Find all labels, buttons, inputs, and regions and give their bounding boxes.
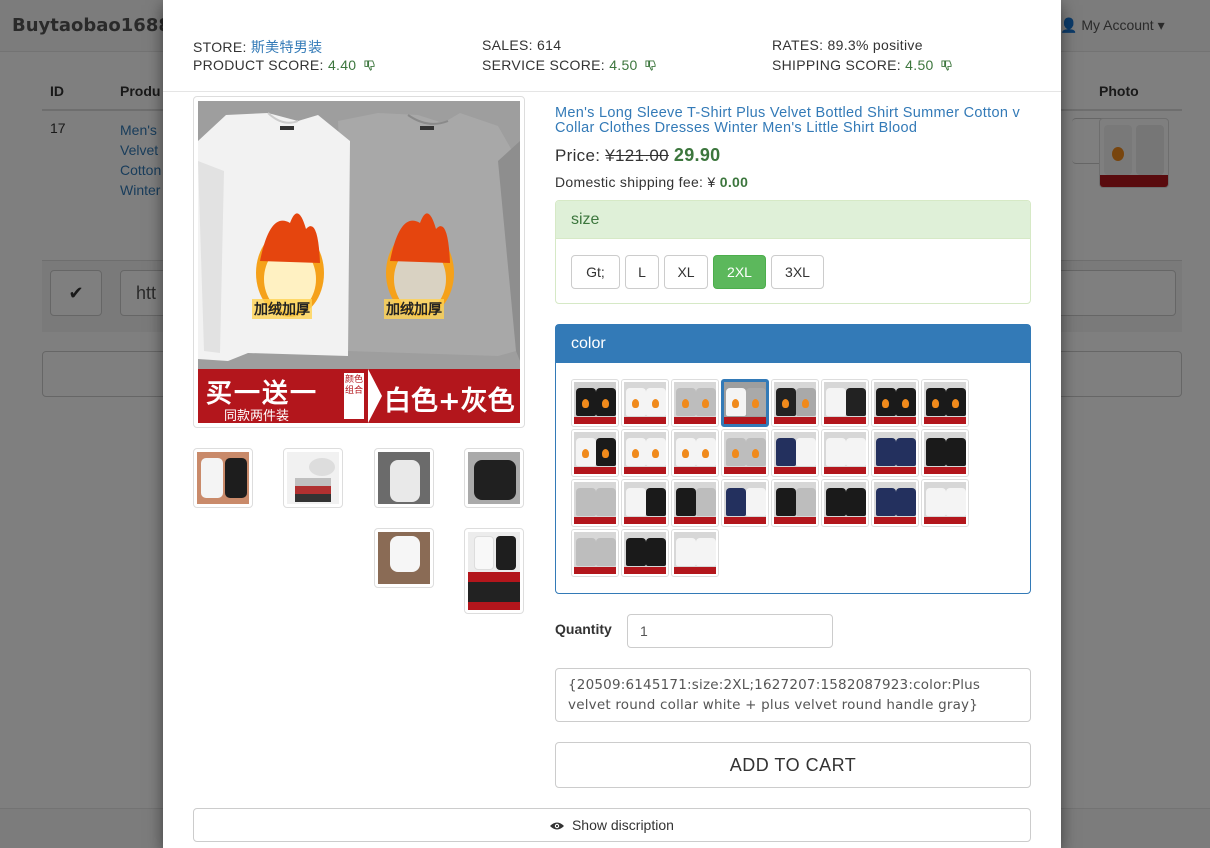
color-swatch[interactable] [621, 379, 669, 427]
old-price: ¥121.00 [605, 146, 669, 165]
banner-color-combo: 颜色组合 [344, 373, 364, 419]
store-label: STORE: [193, 39, 247, 55]
service-score: SERVICE SCORE: 4.50 [482, 57, 656, 73]
shipping-fee-value: 0.00 [719, 174, 749, 190]
color-swatch[interactable] [671, 479, 719, 527]
price: Price: ¥121.00 29.90 [555, 145, 720, 166]
flame-label-left: 加绒加厚 [252, 299, 312, 319]
size-option-2xl[interactable]: 2XL [713, 255, 766, 289]
quantity-label: Quantity [555, 621, 612, 637]
color-swatch[interactable] [571, 379, 619, 427]
color-panel: color [555, 324, 1031, 594]
sales-value: 614 [537, 37, 562, 53]
color-swatch[interactable] [671, 429, 719, 477]
sku-spec-textarea[interactable]: {20509:6145171:size:2XL;1627207:15820879… [555, 668, 1031, 722]
color-swatch[interactable] [871, 429, 919, 477]
product-score: PRODUCT SCORE: 4.40 [193, 57, 375, 73]
product-photo: 加绒加厚 加绒加厚 买一送一 同款两件装 颜色组合 白色+灰色 [198, 101, 520, 423]
show-description-label: Show discription [571, 817, 674, 833]
color-swatch[interactable] [821, 429, 869, 477]
color-swatch[interactable] [871, 379, 919, 427]
rates-info: RATES: 89.3% positive [772, 37, 923, 53]
product-modal: STORE: 斯美特男装 PRODUCT SCORE: 4.40 SALES: … [163, 0, 1061, 848]
color-panel-heading: color [556, 325, 1030, 363]
thumbnail-2[interactable] [283, 448, 343, 508]
color-swatch[interactable] [771, 479, 819, 527]
eye-icon [550, 822, 565, 830]
shipping-score: SHIPPING SCORE: 4.50 [772, 57, 952, 73]
color-swatch[interactable] [771, 429, 819, 477]
banner-arrow [368, 369, 382, 423]
sales-label: SALES: [482, 37, 533, 53]
color-swatch[interactable] [621, 429, 669, 477]
size-option-l[interactable]: L [625, 255, 659, 289]
sales-info: SALES: 614 [482, 37, 561, 53]
size-option-gt[interactable]: Gt; [571, 255, 620, 289]
color-swatch[interactable] [821, 379, 869, 427]
rates-value: 89.3% positive [827, 37, 923, 53]
size-panel-heading: size [556, 201, 1030, 239]
shipping-fee-label: Domestic shipping fee: [555, 174, 704, 190]
color-swatch[interactable] [621, 529, 669, 577]
color-swatch[interactable] [571, 429, 619, 477]
size-panel: size Gt; L XL 2XL 3XL [555, 200, 1031, 304]
color-swatch[interactable] [571, 479, 619, 527]
color-swatch[interactable] [721, 429, 769, 477]
color-swatch[interactable] [571, 529, 619, 577]
thumbnail-5[interactable] [374, 528, 434, 588]
thumbnail-4[interactable] [464, 448, 524, 508]
show-description-button[interactable]: Show discription [193, 808, 1031, 842]
add-to-cart-button[interactable]: ADD TO CART [555, 742, 1031, 788]
thumbs-down-icon [645, 60, 656, 71]
size-option-3xl[interactable]: 3XL [771, 255, 824, 289]
service-score-value: 4.50 [609, 57, 638, 73]
color-swatch[interactable] [921, 479, 969, 527]
thumbs-down-icon [941, 60, 952, 71]
price-label: Price: [555, 146, 601, 165]
size-option-xl[interactable]: XL [664, 255, 708, 289]
thumbnail-3[interactable] [374, 448, 434, 508]
rates-label: RATES: [772, 37, 824, 53]
shipping-currency: ¥ [707, 174, 716, 190]
color-swatch[interactable] [771, 379, 819, 427]
color-swatch[interactable] [721, 479, 769, 527]
promo-banner: 买一送一 同款两件装 颜色组合 白色+灰色 [198, 369, 520, 423]
thumbnail-1[interactable] [193, 448, 253, 508]
color-swatch[interactable] [821, 479, 869, 527]
banner-subtitle: 同款两件装 [224, 409, 290, 423]
product-score-value: 4.40 [327, 57, 357, 73]
store-info-header: STORE: 斯美特男装 PRODUCT SCORE: 4.40 SALES: … [163, 0, 1061, 92]
banner-colors: 白色+灰色 [384, 386, 515, 417]
color-swatch[interactable] [621, 479, 669, 527]
quantity-input[interactable]: 1 [627, 614, 833, 648]
thumbnail-6[interactable] [464, 528, 524, 614]
new-price: 29.90 [673, 145, 721, 165]
product-title-link[interactable]: Men's Long Sleeve T-Shirt Plus Velvet Bo… [555, 106, 1025, 136]
color-swatch[interactable] [671, 379, 719, 427]
store-name-link[interactable]: 斯美特男装 [251, 39, 323, 55]
color-swatch[interactable] [671, 529, 719, 577]
color-swatch[interactable] [721, 379, 769, 427]
main-product-image[interactable]: 加绒加厚 加绒加厚 买一送一 同款两件装 颜色组合 白色+灰色 [193, 96, 525, 428]
thumbs-down-icon [364, 60, 375, 71]
shirts-illustration [198, 112, 520, 361]
color-swatch[interactable] [871, 479, 919, 527]
store-info: STORE: 斯美特男装 [193, 37, 322, 57]
color-swatch[interactable] [921, 429, 969, 477]
service-score-label: SERVICE SCORE: [482, 57, 605, 73]
product-score-label: PRODUCT SCORE: [193, 57, 324, 73]
flame-label-right: 加绒加厚 [384, 299, 444, 319]
shipping-score-label: SHIPPING SCORE: [772, 57, 901, 73]
shipping-score-value: 4.50 [905, 57, 934, 73]
domestic-shipping: Domestic shipping fee: ¥ 0.00 [555, 174, 748, 190]
color-swatch[interactable] [921, 379, 969, 427]
